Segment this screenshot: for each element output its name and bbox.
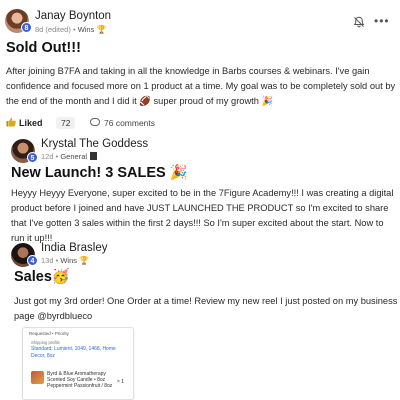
author-name[interactable]: Krystal The Goddess — [41, 138, 148, 150]
post-body: Just got my 3rd order! One Order at a ti… — [14, 296, 398, 321]
post-category[interactable]: Wins — [60, 256, 77, 265]
bell-icon[interactable] — [353, 16, 365, 28]
author-name[interactable]: India Brasley — [41, 242, 107, 254]
product-quantity: × 1 — [117, 379, 125, 385]
post-category[interactable]: General — [60, 152, 87, 161]
meta-separator: • — [55, 256, 59, 265]
pin-icon — [90, 152, 98, 160]
comment-count[interactable]: 76 comments — [104, 118, 155, 128]
post-category[interactable]: Wins — [78, 25, 95, 34]
post-title[interactable]: Sold Out!!! — [6, 40, 81, 56]
post-meta: 13d • Wins 🏆 — [41, 256, 89, 265]
post-time: 8d (edited) — [35, 25, 71, 34]
trophy-icon: 🏆 — [79, 256, 90, 265]
liked-label: Liked — [19, 118, 43, 128]
meta-separator: • — [72, 25, 76, 34]
more-icon[interactable]: ••• — [374, 14, 390, 28]
post-title[interactable]: Sales🥳 — [14, 268, 70, 285]
author-name[interactable]: Janay Boynton — [35, 10, 111, 22]
order-header: Requested • Priority — [29, 331, 69, 336]
level-badge: 5 — [27, 152, 38, 163]
shipping-label: Shipping profile — [31, 340, 60, 345]
like-count[interactable]: 72 — [56, 117, 76, 129]
product-thumbnail — [31, 371, 44, 384]
post-body: After joining B7FA and taking in all the… — [6, 66, 396, 106]
post-time: 12d — [41, 152, 54, 161]
product-name: Byrd & Blue Aromatherapy Scented Soy Can… — [47, 371, 113, 389]
shipping-text: Standard: Lumient, 1049, 1468, Home Deco… — [31, 346, 116, 359]
thumbs-up-icon — [6, 117, 16, 127]
post-meta: 8d (edited) • Wins 🏆 — [35, 25, 106, 34]
order-screenshot-image[interactable]: Requested • Priority Shipping profile St… — [22, 327, 134, 400]
post-actions: Liked 72 76 comments — [6, 117, 206, 133]
level-badge: 8 — [21, 22, 32, 33]
meta-separator: • — [55, 152, 59, 161]
post-meta: 12d • General — [41, 152, 98, 161]
like-button[interactable]: Liked — [6, 117, 43, 128]
comment-icon[interactable] — [90, 118, 100, 126]
post-time: 13d — [41, 256, 54, 265]
level-badge: 4 — [27, 255, 38, 266]
trophy-icon: 🏆 — [96, 25, 107, 34]
post-title[interactable]: New Launch! 3 SALES 🎉 — [11, 164, 188, 181]
